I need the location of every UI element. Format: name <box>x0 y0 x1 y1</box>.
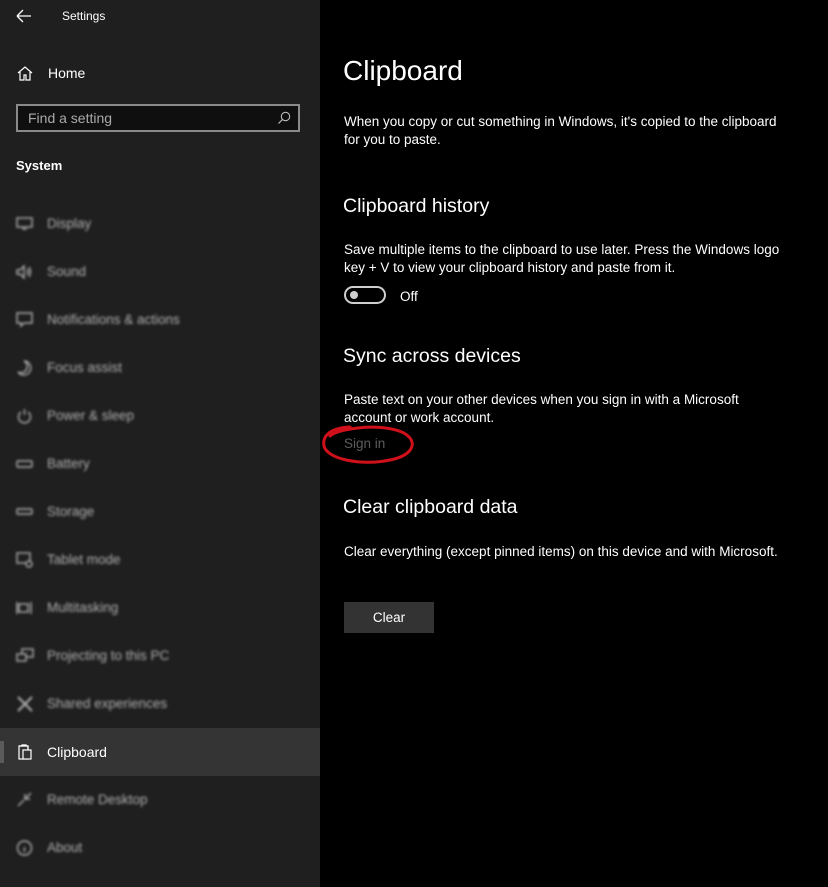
page-title: Clipboard <box>343 55 463 86</box>
clear-heading: Clear clipboard data <box>343 496 518 518</box>
sidebar-item-multitasking[interactable]: Multitasking <box>0 584 320 632</box>
sidebar-item-label: Tablet mode <box>47 552 121 567</box>
sound-icon <box>16 264 34 280</box>
sidebar-item-power-sleep[interactable]: Power & sleep <box>0 392 320 440</box>
sidebar-item-label: About <box>47 840 83 855</box>
sidebar-item-tablet-mode[interactable]: Tablet mode <box>0 536 320 584</box>
sidebar-item-label: Sound <box>47 264 87 279</box>
active-indicator <box>0 741 4 763</box>
sync-heading: Sync across devices <box>343 345 521 367</box>
toggle-knob <box>350 291 358 299</box>
power-icon <box>16 408 34 424</box>
sync-description: Paste text on your other devices when yo… <box>344 392 739 425</box>
display-icon <box>16 216 34 232</box>
clear-description: Clear everything (except pinned items) o… <box>344 544 778 559</box>
sidebar-item-remote-desktop[interactable]: Remote Desktop <box>0 776 320 824</box>
sidebar-item-shared-experiences[interactable]: Shared experiences <box>0 680 320 728</box>
section-label-system: System <box>16 158 63 173</box>
info-icon <box>16 840 34 856</box>
title-bar: Settings <box>0 0 320 34</box>
sidebar-item-battery[interactable]: Battery <box>0 440 320 488</box>
projecting-icon <box>16 648 34 664</box>
sidebar-item-label: Remote Desktop <box>47 792 148 807</box>
clipboard-history-toggle-state: Off <box>400 289 418 304</box>
remote-desktop-icon <box>16 792 34 808</box>
tablet-mode-icon <box>16 552 34 568</box>
sidebar-item-label: Notifications & actions <box>47 312 180 327</box>
back-arrow-icon <box>16 9 31 23</box>
sidebar-item-label: Battery <box>47 456 90 471</box>
shared-experiences-icon <box>16 696 34 712</box>
sidebar-item-display[interactable]: Display <box>0 200 320 248</box>
sidebar-item-projecting[interactable]: Projecting to this PC <box>0 632 320 680</box>
sidebar-home[interactable]: Home <box>0 58 320 88</box>
sidebar: Settings Home System Display Sound Notif… <box>0 0 320 887</box>
home-icon <box>16 65 34 81</box>
sidebar-nav: Display Sound Notifications & actions Fo… <box>0 200 320 872</box>
sidebar-item-sound[interactable]: Sound <box>0 248 320 296</box>
sidebar-item-label: Clipboard <box>47 744 107 760</box>
sidebar-item-notifications[interactable]: Notifications & actions <box>0 296 320 344</box>
search-box[interactable] <box>16 104 300 132</box>
app-title: Settings <box>62 9 106 23</box>
search-icon[interactable] <box>276 110 292 126</box>
sidebar-item-label: Multitasking <box>47 600 119 615</box>
sidebar-item-clipboard[interactable]: Clipboard <box>0 728 320 776</box>
clipboard-history-toggle[interactable] <box>344 286 386 304</box>
multitasking-icon <box>16 600 34 616</box>
sign-in-link[interactable]: Sign in <box>344 436 385 451</box>
clipboard-history-heading: Clipboard history <box>343 195 490 217</box>
sidebar-item-label: Projecting to this PC <box>47 648 170 663</box>
intro-text: When you copy or cut something in Window… <box>344 114 777 147</box>
sidebar-item-storage[interactable]: Storage <box>0 488 320 536</box>
clipboard-icon <box>16 744 34 760</box>
back-button[interactable] <box>12 6 36 26</box>
storage-icon <box>16 504 34 520</box>
search-input[interactable] <box>18 106 278 130</box>
sidebar-item-label: Focus assist <box>47 360 123 375</box>
sidebar-item-label: Display <box>47 216 92 231</box>
sidebar-item-focus-assist[interactable]: Focus assist <box>0 344 320 392</box>
sidebar-item-label: Power & sleep <box>47 408 135 423</box>
main-content: Clipboard When you copy or cut something… <box>320 0 828 887</box>
notifications-icon <box>16 312 34 328</box>
sidebar-item-about[interactable]: About <box>0 824 320 872</box>
sidebar-item-label: Shared experiences <box>47 696 168 711</box>
clipboard-history-description: Save multiple items to the clipboard to … <box>344 242 780 275</box>
moon-icon <box>16 360 34 376</box>
clear-button[interactable]: Clear <box>344 602 434 633</box>
battery-icon <box>16 456 34 472</box>
sidebar-item-label: Storage <box>47 504 95 519</box>
home-label: Home <box>48 65 86 81</box>
